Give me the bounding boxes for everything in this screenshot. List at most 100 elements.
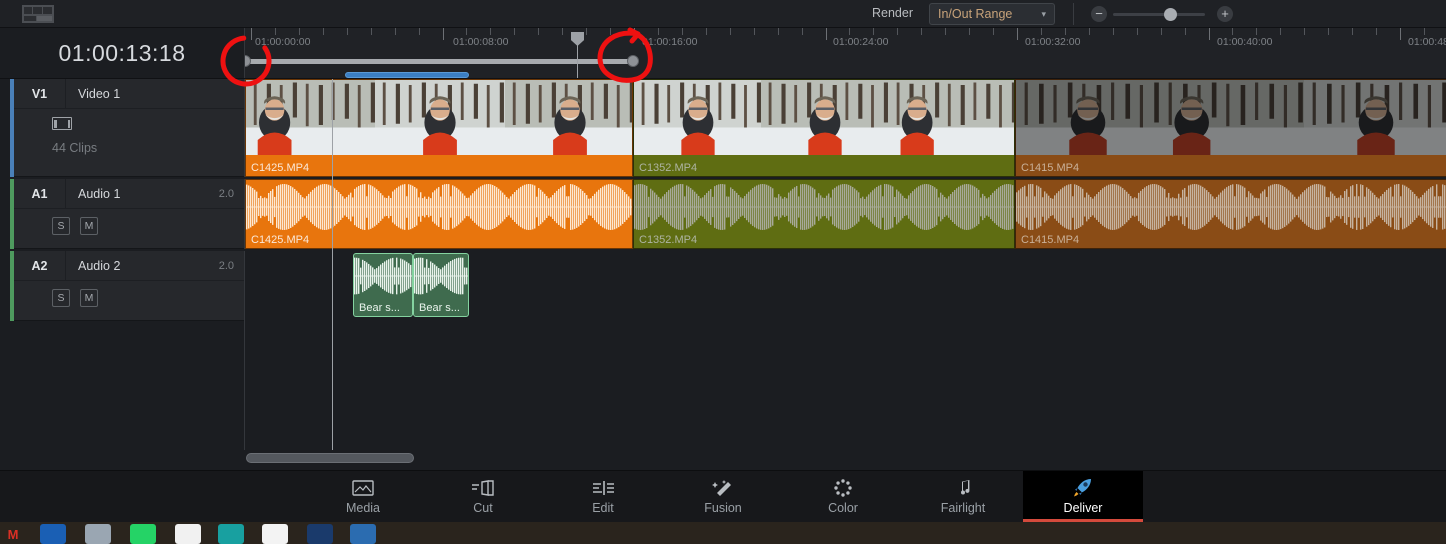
page-tab-media[interactable]: Media <box>303 471 423 522</box>
timeline-panel: V1 Video 1 44 Clips C1425.MP4 C1352.MP4 … <box>0 78 1446 466</box>
track-header-a2[interactable]: A2 Audio 2 2.0 S M <box>14 250 244 321</box>
clip-label: C1415.MP4 <box>1021 234 1080 246</box>
teams-icon[interactable] <box>218 524 244 544</box>
video-thumbnail-cell <box>246 80 376 155</box>
video-track-v1-area[interactable]: C1425.MP4 C1352.MP4 C1415.MP4 <box>244 79 1446 177</box>
track-header-a1[interactable]: A1 Audio 1 2.0 S M <box>14 178 244 249</box>
page-tab-cut[interactable]: Cut <box>423 471 543 522</box>
in-out-range-bar[interactable] <box>245 59 633 64</box>
page-tab-color[interactable]: Color <box>783 471 903 522</box>
timeline-marker[interactable] <box>345 72 469 78</box>
page-tab-label: Edit <box>592 501 614 515</box>
page-tab-fusion[interactable]: Fusion <box>663 471 783 522</box>
ruler-tick-minor <box>1185 28 1186 35</box>
audio-track-a1-area[interactable]: C1425.MP4 C1352.MP4 C1415.MP4 <box>244 179 1446 249</box>
ruler-tick-minor <box>1137 28 1138 35</box>
video-thumbnail-cell <box>1160 80 1304 155</box>
ruler-tick-minor <box>969 28 970 35</box>
chrome-icon[interactable] <box>175 524 201 544</box>
clip-label: C1425.MP4 <box>251 234 310 246</box>
ruler-tick-minor <box>945 28 946 35</box>
ruler-tick-major <box>443 28 444 40</box>
cut-icon <box>471 478 495 498</box>
render-range-value: In/Out Range <box>938 7 1013 21</box>
video-thumbnail <box>246 80 376 155</box>
deliver-rocket-icon <box>1072 478 1094 498</box>
track-header-v1[interactable]: V1 Video 1 44 Clips <box>14 78 244 177</box>
video-thumbnail-cell <box>504 80 632 155</box>
fusion-icon <box>711 478 735 498</box>
film-strip-icon[interactable] <box>52 117 72 130</box>
ruler-tick-minor <box>1065 28 1066 35</box>
audio-clip[interactable]: C1352.MP4 <box>633 179 1015 249</box>
ruler-tick-minor <box>706 28 707 35</box>
photoshop-icon[interactable] <box>307 524 333 544</box>
video-thumbnail <box>634 80 762 155</box>
solo-button-a2[interactable]: S <box>52 289 70 307</box>
audio-waveform <box>634 184 1014 230</box>
video-thumbnail <box>504 80 632 155</box>
in-point-handle[interactable] <box>245 55 251 67</box>
ruler-tick-minor <box>730 28 731 35</box>
audio-clip[interactable]: Bear s... <box>413 253 469 317</box>
resolve-icon[interactable] <box>262 524 288 544</box>
audio-clip[interactable]: C1425.MP4 <box>245 179 633 249</box>
ruler-tick-minor <box>1232 28 1233 35</box>
horizontal-scrollbar-thumb[interactable] <box>246 453 414 463</box>
timeline-empty-area[interactable] <box>244 321 1446 451</box>
zoom-slider-track[interactable] <box>1113 13 1205 16</box>
ruler-tick-major <box>1017 28 1018 40</box>
clip-label: C1415.MP4 <box>1021 162 1080 174</box>
waveform-container <box>414 256 468 296</box>
track-header-a1-top: A1 Audio 1 2.0 <box>14 178 244 209</box>
page-tab-label: Fusion <box>704 501 742 515</box>
timeline-layout-icon[interactable] <box>22 5 54 23</box>
ruler-tick-minor <box>1328 28 1329 35</box>
zoom-out-button[interactable]: − <box>1091 6 1107 22</box>
page-tab-label: Fairlight <box>940 501 986 515</box>
ruler-tick-minor <box>395 28 396 35</box>
solo-button-a1[interactable]: S <box>52 217 70 235</box>
chevron-down-icon: ▾ <box>1041 8 1046 19</box>
audio-clip[interactable]: C1415.MP4 <box>1015 179 1446 249</box>
audio-clip[interactable]: Bear s... <box>353 253 413 317</box>
media-icon <box>351 478 375 498</box>
video-thumbnail <box>375 80 505 155</box>
page-tab-edit[interactable]: Edit <box>543 471 663 522</box>
zoom-in-button[interactable]: + <box>1217 6 1233 22</box>
ruler-tick-minor <box>1424 28 1425 35</box>
out-point-handle[interactable] <box>627 55 639 67</box>
track-name-v1[interactable]: Video 1 <box>66 87 120 101</box>
horizontal-scrollbar[interactable] <box>0 450 1446 466</box>
audio-track-a2-area[interactable]: Bear s... Bear s... <box>244 251 1446 321</box>
video-clip[interactable]: C1425.MP4 <box>245 79 633 177</box>
outlook-icon[interactable] <box>40 524 66 544</box>
playhead-line[interactable] <box>332 79 333 451</box>
page-tab-label: Cut <box>473 501 493 515</box>
ruler-tick-label: 01:00:24:00 <box>833 36 889 48</box>
whatsapp-icon[interactable] <box>130 524 156 544</box>
track-name-a2[interactable]: Audio 2 <box>66 259 120 273</box>
ruler-tick-minor <box>275 28 276 35</box>
current-timecode[interactable]: 01:00:13:18 <box>0 28 244 78</box>
timeline-ruler[interactable]: 01:00:00:00 01:00:08:00 01:00:16:00 01:00:2… <box>244 28 1446 78</box>
mute-button-a1[interactable]: M <box>80 217 98 235</box>
ruler-tick-major <box>826 28 827 40</box>
waveform-container <box>1016 182 1446 232</box>
color-icon <box>832 478 854 498</box>
page-tab-fairlight[interactable]: Fairlight <box>903 471 1023 522</box>
ruler-tick-minor <box>1376 28 1377 35</box>
ruler-tick-minor <box>586 28 587 35</box>
calculator-icon[interactable] <box>85 524 111 544</box>
ruler-tick-minor <box>921 28 922 35</box>
mute-button-a2[interactable]: M <box>80 289 98 307</box>
video-clip[interactable]: C1415.MP4 <box>1015 79 1446 177</box>
page-tab-deliver[interactable]: Deliver <box>1023 471 1143 522</box>
gmail-icon[interactable]: M <box>0 524 26 544</box>
zoom-slider-thumb[interactable] <box>1164 8 1177 21</box>
track-header-a2-body: S M <box>14 281 244 307</box>
track-name-a1[interactable]: Audio 1 <box>66 187 120 201</box>
video-clip[interactable]: C1352.MP4 <box>633 79 1015 177</box>
render-range-select[interactable]: In/Out Range ▾ <box>929 3 1055 25</box>
store-icon[interactable] <box>350 524 376 544</box>
